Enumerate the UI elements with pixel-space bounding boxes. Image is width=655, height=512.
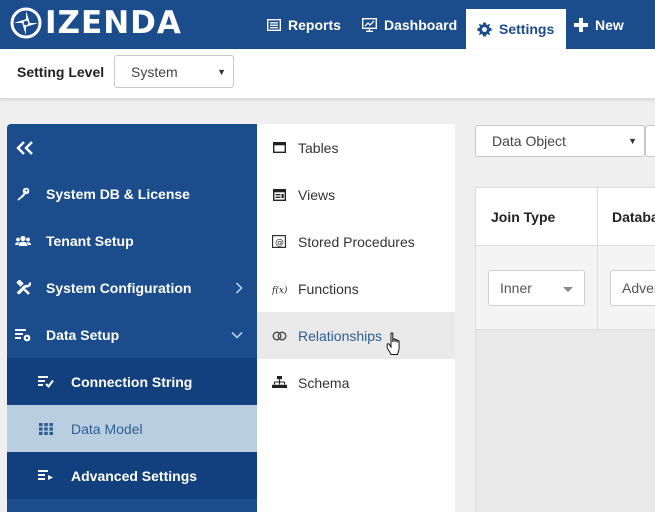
menu-item-label: Stored Procedures bbox=[298, 233, 415, 250]
chevron-down-icon bbox=[231, 331, 243, 339]
join-type-select[interactable]: Inner bbox=[488, 270, 585, 306]
sidebar-subitem-label: Advanced Settings bbox=[71, 467, 198, 484]
svg-text:@: @ bbox=[275, 238, 284, 248]
menu-item-schema[interactable]: Schema bbox=[257, 359, 455, 406]
menu-item-label: Views bbox=[298, 186, 336, 203]
svg-text:f(x): f(x) bbox=[272, 285, 287, 295]
list-arrow-icon bbox=[38, 468, 54, 484]
sidebar-item-system-configuration[interactable]: System Configuration bbox=[7, 264, 257, 311]
menu-item-relationships[interactable]: Relationships bbox=[257, 312, 455, 359]
menu-item-functions[interactable]: f(x) Functions bbox=[257, 265, 455, 312]
caret-down-icon: ▼ bbox=[217, 66, 226, 77]
menu-item-label: Functions bbox=[298, 280, 359, 297]
nav-reports-label: Reports bbox=[288, 16, 341, 33]
view-icon bbox=[271, 187, 287, 203]
table-icon bbox=[271, 140, 287, 156]
database-select[interactable]: Adver bbox=[610, 270, 655, 306]
sidebar-subitem-advanced-settings[interactable]: Advanced Settings bbox=[7, 452, 257, 499]
sidebar-subitem-label: Connection String bbox=[71, 373, 193, 390]
sidebar-item-label: System DB & License bbox=[46, 185, 190, 202]
column-divider bbox=[597, 246, 598, 330]
caret-down-icon bbox=[563, 287, 573, 292]
join-type-value: Inner bbox=[500, 280, 532, 296]
brand-name: IZENDA bbox=[45, 5, 182, 41]
nav-settings-label: Settings bbox=[499, 21, 555, 37]
sidebar-item-data-setup[interactable]: Data Setup bbox=[7, 311, 257, 358]
function-icon: f(x) bbox=[271, 281, 287, 297]
izenda-logo[interactable]: IZENDA bbox=[10, 5, 182, 41]
secondary-select[interactable] bbox=[645, 125, 655, 157]
izenda-logo-icon bbox=[10, 7, 42, 39]
setting-level-value: System bbox=[131, 63, 178, 80]
nav-settings[interactable]: Settings bbox=[466, 9, 567, 49]
sidebar-item-label: Data Setup bbox=[46, 326, 120, 343]
plus-icon bbox=[574, 17, 588, 32]
nav-new[interactable]: New bbox=[574, 0, 624, 49]
menu-item-label: Tables bbox=[298, 139, 339, 156]
table-row: Inner Adver bbox=[476, 246, 655, 330]
sidebar-item-system-db[interactable]: System DB & License bbox=[7, 170, 257, 217]
menu-item-tables[interactable]: Tables bbox=[257, 124, 455, 171]
column-header-database[interactable]: Databa bbox=[598, 188, 655, 246]
menu-item-stored-procedures[interactable]: @ Stored Procedures bbox=[257, 218, 455, 265]
collapse-sidebar-button[interactable] bbox=[13, 133, 37, 163]
menu-item-label: Relationships bbox=[298, 327, 383, 344]
double-chevron-left-icon bbox=[16, 141, 33, 155]
menu-item-views[interactable]: Views bbox=[257, 171, 455, 218]
caret-down-icon: ▼ bbox=[628, 136, 637, 146]
sidebar-subitem-data-model[interactable]: Data Model bbox=[7, 405, 257, 452]
reports-icon bbox=[267, 18, 281, 31]
setting-level-label: Setting Level bbox=[17, 64, 105, 80]
data-model-menu: Tables Views @ Stored Procedures f(x) Fu… bbox=[257, 124, 455, 512]
link-icon bbox=[271, 328, 287, 344]
nav-dashboard[interactable]: Dashboard bbox=[362, 0, 457, 49]
sidebar-item-tenant-setup[interactable]: Tenant Setup bbox=[7, 217, 257, 264]
dashboard-icon bbox=[362, 17, 377, 32]
users-icon bbox=[15, 233, 31, 249]
sidebar-item-label: System Configuration bbox=[46, 279, 192, 296]
menu-item-label: Schema bbox=[298, 374, 350, 391]
sidebar-subitem-label: Data Model bbox=[71, 420, 143, 437]
grid-icon bbox=[38, 421, 54, 437]
sidebar: System DB & License Tenant Setup System … bbox=[7, 124, 257, 512]
database-value: Adver bbox=[622, 280, 655, 296]
setting-level-select[interactable]: System ▼ bbox=[114, 55, 234, 88]
sidebar-subitem-connection-string[interactable]: Connection String bbox=[7, 358, 257, 405]
key-icon bbox=[15, 186, 31, 202]
data-object-select[interactable]: Data Object ▼ bbox=[475, 125, 645, 157]
sidebar-item-label: Tenant Setup bbox=[46, 232, 134, 249]
tools-icon bbox=[15, 280, 31, 296]
column-header-join-type[interactable]: Join Type bbox=[476, 188, 598, 246]
setting-level-bar: Setting Level System ▼ bbox=[0, 49, 655, 99]
list-check-icon bbox=[38, 374, 54, 390]
data-object-value: Data Object bbox=[492, 133, 566, 149]
chevron-right-icon bbox=[235, 281, 243, 294]
data-settings-icon bbox=[15, 327, 31, 343]
relationships-table: Join Type Databa Inner Adver bbox=[475, 187, 655, 512]
hand-pointer-cursor-icon bbox=[386, 332, 400, 355]
schema-icon bbox=[271, 375, 287, 391]
nav-dashboard-label: Dashboard bbox=[384, 16, 458, 33]
at-icon: @ bbox=[271, 234, 287, 250]
gear-icon bbox=[477, 21, 492, 37]
nav-new-label: New bbox=[595, 16, 624, 33]
nav-reports[interactable]: Reports bbox=[267, 0, 341, 49]
top-navbar: IZENDA Reports Dashboard Settings New bbox=[0, 0, 655, 49]
